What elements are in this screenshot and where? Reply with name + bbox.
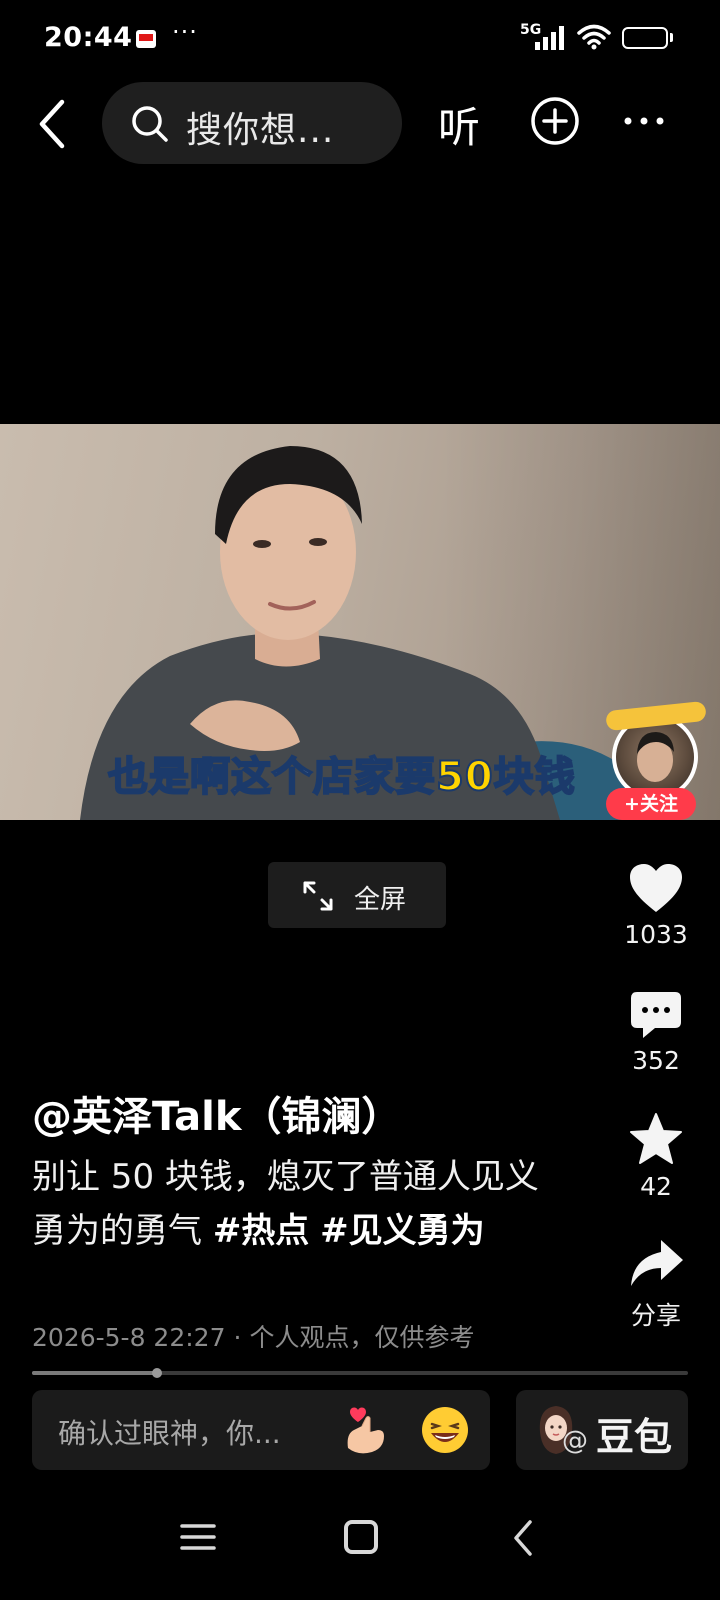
post-meta: 2026-5-8 22:27 · 个人观点，仅供参考 (32, 1318, 474, 1354)
share-label: 分享 (630, 1301, 681, 1330)
toutiao-app-icon (136, 30, 156, 48)
comment-icon (631, 992, 681, 1038)
comment-count: 352 (632, 1046, 680, 1075)
meta-separator: · (233, 1323, 242, 1352)
comment-input[interactable]: 确认过眼神，你... (32, 1390, 490, 1470)
post-note: 个人观点，仅供参考 (249, 1323, 475, 1352)
avatar-face-icon (637, 732, 674, 782)
post-date: 2026-5-8 22:27 (32, 1323, 226, 1352)
hashtag-heroism[interactable]: #见义勇为 (320, 1211, 485, 1251)
like-button[interactable]: 1033 (610, 862, 702, 949)
battery-tip (670, 33, 673, 42)
star-icon (630, 1113, 682, 1164)
plus-circle-icon[interactable] (530, 96, 580, 146)
share-icon (631, 1240, 683, 1286)
post-caption: 别让 50 块钱，熄灭了普通人见义勇为的勇气 #热点 #见义勇为 (32, 1150, 572, 1258)
heart-icon (630, 864, 682, 912)
wifi-icon (577, 24, 611, 50)
search-icon (132, 106, 168, 142)
favorite-count: 42 (640, 1172, 672, 1201)
author-name[interactable]: @英泽Talk（锦澜） (32, 1084, 401, 1142)
follow-button[interactable]: +关注 (606, 788, 696, 820)
fullscreen-button[interactable]: 全屏 (268, 862, 446, 928)
fullscreen-label: 全屏 (354, 885, 407, 915)
search-input[interactable]: 搜你想... (102, 82, 402, 164)
video-subtitle: 也是啊这个店家要50块钱 (107, 744, 576, 802)
more-icon[interactable] (620, 106, 668, 136)
home-icon[interactable] (344, 1520, 378, 1554)
laughing-emoji-icon[interactable] (420, 1405, 470, 1455)
doubao-label: 豆包 (596, 1415, 673, 1459)
hashtag-hot[interactable]: #热点 (213, 1211, 310, 1251)
search-placeholder: 搜你想... (186, 110, 335, 151)
status-time: 20:44 (44, 22, 133, 53)
comment-button[interactable]: 352 (610, 990, 702, 1075)
battery-level: 47 (634, 29, 656, 47)
battery-icon: 47 (622, 27, 668, 49)
like-count: 1033 (624, 920, 688, 949)
video-progress-bar[interactable] (32, 1368, 688, 1378)
recent-apps-icon[interactable] (180, 1522, 216, 1552)
finger-heart-emoji-icon[interactable] (340, 1404, 388, 1456)
expand-icon (303, 881, 333, 911)
back-icon[interactable] (26, 96, 82, 152)
subtitle-text: 也是啊这个店家要 (107, 753, 436, 801)
favorite-button[interactable]: 42 (610, 1112, 702, 1201)
signal-icon (535, 26, 564, 50)
subtitle-highlight: 50块钱 (435, 753, 576, 801)
video-player[interactable]: 也是啊这个店家要50块钱 +关注 (0, 424, 720, 820)
listen-button[interactable]: 听 (438, 94, 480, 155)
share-button[interactable]: 分享 (610, 1238, 702, 1332)
status-bar: 20:44 ··· 5G 47 (0, 0, 720, 76)
comment-placeholder: 确认过眼神，你... (58, 1417, 281, 1450)
status-more-dots: ··· (172, 18, 198, 46)
doubao-button[interactable]: @ 豆包 (516, 1390, 688, 1470)
progress-knob[interactable] (152, 1368, 162, 1378)
system-back-icon[interactable] (508, 1518, 538, 1558)
doubao-at: @ (562, 1426, 588, 1456)
progress-fill (32, 1371, 157, 1375)
